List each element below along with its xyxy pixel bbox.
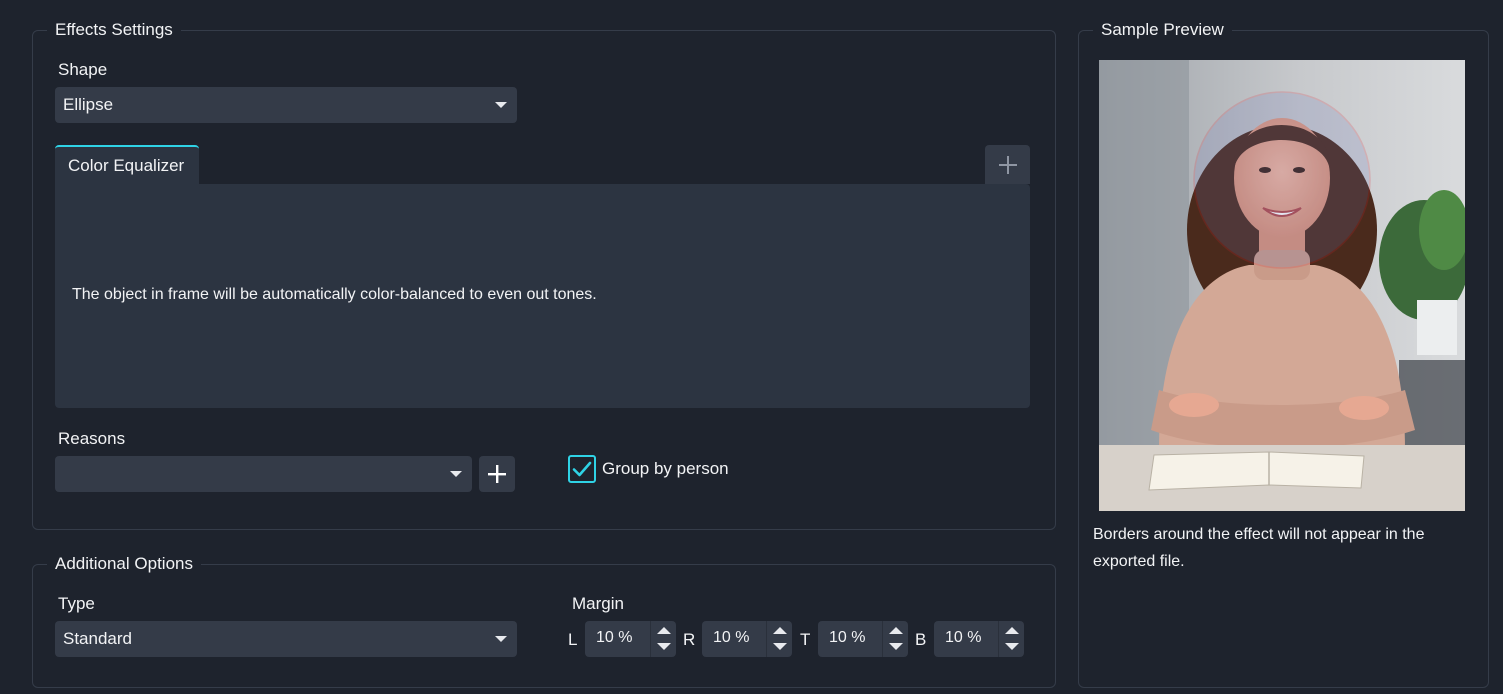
type-label: Type — [58, 594, 95, 613]
margin-left-letter: L — [568, 630, 578, 649]
margin-right-value: 10 % — [713, 629, 750, 646]
arrow-down-icon[interactable] — [657, 643, 671, 650]
add-tab-button[interactable] — [985, 145, 1030, 184]
margin-right-stepper[interactable] — [766, 621, 792, 657]
arrow-up-icon[interactable] — [1005, 627, 1019, 634]
arrow-up-icon[interactable] — [773, 627, 787, 634]
add-reason-button[interactable] — [479, 456, 515, 492]
reasons-label: Reasons — [58, 429, 126, 448]
type-select-value: Standard — [63, 629, 132, 648]
effects-settings-title: Effects Settings — [47, 19, 181, 41]
checkmark-icon — [572, 461, 592, 477]
arrow-down-icon[interactable] — [889, 643, 903, 650]
margin-left-value: 10 % — [596, 629, 633, 646]
sample-preview-image — [1099, 60, 1465, 511]
margin-right-letter: R — [683, 630, 696, 649]
plus-icon — [998, 155, 1017, 174]
margin-label: Margin — [572, 594, 624, 613]
arrow-up-icon[interactable] — [889, 627, 903, 634]
shape-select-value: Ellipse — [63, 95, 114, 114]
arrow-up-icon[interactable] — [657, 627, 671, 634]
margin-top-value: 10 % — [829, 629, 866, 646]
chevron-down-icon — [495, 636, 507, 642]
arrow-down-icon[interactable] — [773, 643, 787, 650]
plus-icon — [488, 465, 506, 483]
reasons-select[interactable] — [55, 456, 472, 492]
margin-top-letter: T — [800, 630, 811, 649]
margin-bottom-value: 10 % — [945, 629, 982, 646]
additional-options-title: Additional Options — [47, 553, 201, 575]
chevron-down-icon — [450, 471, 462, 477]
group-by-person-checkbox[interactable] — [568, 455, 596, 483]
margin-top-stepper[interactable] — [882, 621, 908, 657]
sample-preview-note: Borders around the effect will not appea… — [1093, 526, 1425, 570]
sample-preview-title: Sample Preview — [1093, 19, 1232, 41]
tab-color-equalizer[interactable]: Color Equalizer — [55, 145, 199, 185]
margin-left-stepper[interactable] — [650, 621, 676, 657]
shape-label: Shape — [58, 60, 108, 79]
tab-description: The object in frame will be automaticall… — [72, 286, 597, 303]
chevron-down-icon — [495, 102, 507, 108]
margin-right-spinbox[interactable]: 10 % — [702, 621, 792, 657]
margin-bottom-letter: B — [915, 630, 927, 649]
margin-bottom-stepper[interactable] — [998, 621, 1024, 657]
tab-color-equalizer-label: Color Equalizer — [68, 156, 185, 175]
type-select[interactable]: Standard — [55, 621, 517, 657]
group-by-person-label[interactable]: Group by person — [602, 459, 729, 479]
arrow-down-icon[interactable] — [1005, 643, 1019, 650]
shape-select[interactable]: Ellipse — [55, 87, 517, 123]
margin-bottom-spinbox[interactable]: 10 % — [934, 621, 1024, 657]
margin-left-spinbox[interactable]: 10 % — [585, 621, 676, 657]
margin-top-spinbox[interactable]: 10 % — [818, 621, 908, 657]
